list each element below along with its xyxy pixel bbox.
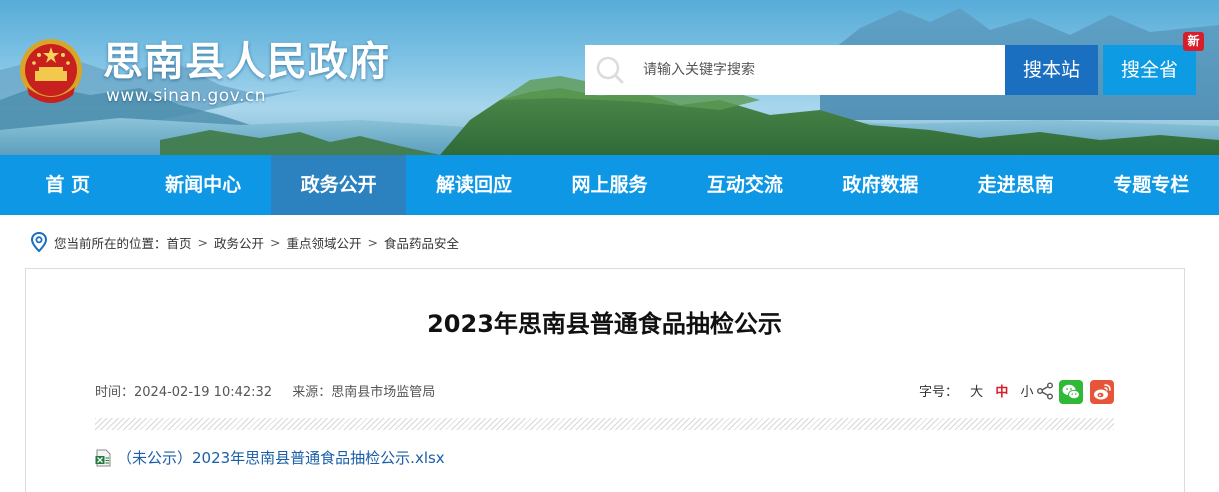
nav-item-interpretation[interactable]: 解读回应 [406, 155, 541, 215]
search-site-button[interactable]: 搜本站 [1005, 45, 1098, 95]
search-input[interactable] [643, 45, 993, 95]
breadcrumb-gov-affairs[interactable]: 政务公开 [214, 233, 264, 252]
site-header: 思南县人民政府 www.sinan.gov.cn 搜本站 搜全省 新 [0, 0, 1219, 155]
font-size-medium[interactable]: 中 [995, 385, 1008, 400]
share-icon[interactable] [1036, 382, 1054, 400]
font-size-large[interactable]: 大 [970, 385, 983, 400]
nav-item-gov-data[interactable]: 政府数据 [813, 155, 948, 215]
nav-item-special-topics[interactable]: 专题专栏 [1084, 155, 1219, 215]
meta-divider [95, 418, 1114, 430]
article-source: 来源：思南县市场监管局 [292, 385, 436, 400]
breadcrumb-separator: > [270, 234, 281, 250]
search-icon [596, 56, 624, 84]
search-box [585, 45, 1005, 95]
nav-item-online-services[interactable]: 网上服务 [542, 155, 677, 215]
breadcrumb-key-areas[interactable]: 重点领域公开 [287, 233, 362, 252]
breadcrumb-separator: > [367, 234, 379, 250]
publish-time: 时间：2024-02-19 10:42:32 [95, 385, 273, 400]
main-nav: 首 页 新闻中心 政务公开 解读回应 网上服务 互动交流 政府数据 走进思南 专… [0, 155, 1219, 215]
site-url: www.sinan.gov.cn [106, 86, 266, 106]
weibo-icon[interactable] [1090, 380, 1114, 404]
nav-item-home[interactable]: 首 页 [0, 155, 135, 215]
breadcrumb: 您当前所在的位置： 首页 > 政务公开 > 重点领域公开 > 食品药品安全 [30, 231, 459, 253]
breadcrumb-food-drug-safety[interactable]: 食品药品安全 [384, 233, 459, 252]
location-pin-icon [30, 232, 48, 252]
national-emblem-icon [20, 39, 82, 103]
new-badge: 新 [1183, 32, 1204, 51]
xlsx-file-icon [95, 449, 111, 467]
breadcrumb-home[interactable]: 首页 [167, 233, 192, 252]
site-title: 思南县人民政府 [103, 39, 390, 85]
article-meta: 时间：2024-02-19 10:42:32 来源：思南县市场监管局 [95, 383, 435, 403]
attachment-link[interactable]: （未公示）2023年思南县普通食品抽检公示.xlsx [95, 448, 445, 468]
nav-item-news[interactable]: 新闻中心 [135, 155, 270, 215]
nav-item-gov-affairs[interactable]: 政务公开 [270, 155, 407, 215]
attachment-filename[interactable]: （未公示）2023年思南县普通食品抽检公示.xlsx [117, 448, 445, 468]
article-title: 2023年思南县普通食品抽检公示 [427, 310, 782, 338]
font-size-label: 字号： [919, 385, 959, 400]
nav-item-interaction[interactable]: 互动交流 [677, 155, 812, 215]
wechat-icon[interactable] [1059, 380, 1083, 404]
nav-item-about-sinan[interactable]: 走进思南 [948, 155, 1083, 215]
breadcrumb-prefix: 您当前所在的位置： [54, 235, 167, 251]
breadcrumb-separator: > [197, 234, 209, 250]
search-province-button[interactable]: 搜全省 [1103, 45, 1196, 95]
font-size-small[interactable]: 小 [1020, 385, 1033, 400]
font-size-switcher: 字号： 大 中 小 [919, 383, 1033, 403]
